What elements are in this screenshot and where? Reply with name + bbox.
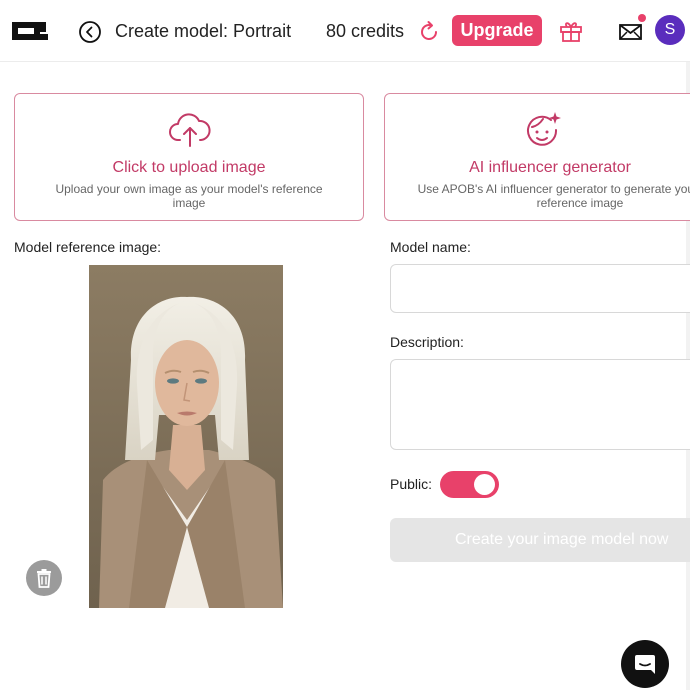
page-title: Create model: Portrait (115, 21, 292, 41)
ai-card-description: Use APOB's AI influencer generator to ge… (417, 182, 690, 210)
trash-icon (37, 569, 51, 588)
reference-image-label: Model reference image: (14, 239, 162, 255)
chat-icon (635, 655, 655, 674)
credits-count: 80 credits (326, 21, 405, 41)
upgrade-button[interactable]: Upgrade (452, 15, 542, 46)
chat-launcher-button[interactable] (621, 640, 669, 688)
portrait-image (89, 265, 283, 608)
toggle-knob (474, 474, 495, 495)
gift-icon[interactable] (558, 18, 584, 44)
ai-card-title: AI influencer generator (469, 159, 631, 176)
description-textarea[interactable] (390, 359, 690, 450)
public-label: Public: (390, 476, 433, 492)
description-label: Description: (390, 334, 464, 350)
upload-card-title: Click to upload image (112, 159, 266, 176)
public-toggle[interactable] (440, 471, 499, 498)
model-name-label: Model name: (390, 239, 471, 255)
cloud-upload-icon (169, 113, 211, 147)
upload-card-description: Upload your own image as your model's re… (55, 182, 323, 210)
mail-icon[interactable] (618, 20, 644, 44)
ai-face-icon (527, 112, 561, 146)
delete-image-button[interactable] (26, 560, 62, 596)
back-icon[interactable] (78, 20, 102, 44)
avatar[interactable]: S (655, 15, 685, 45)
logo-icon[interactable] (10, 20, 50, 42)
ai-influencer-card[interactable]: AI influencer generator Use APOB's AI in… (384, 93, 690, 221)
model-name-input[interactable] (390, 264, 690, 313)
upload-image-card[interactable]: Click to upload image Upload your own im… (14, 93, 364, 221)
refresh-icon[interactable] (416, 19, 442, 45)
create-model-button[interactable]: Create your image model now (390, 518, 690, 562)
reference-image (89, 265, 283, 608)
notification-dot (638, 14, 646, 22)
top-bar: Create model: Portrait 80 credits Upgrad… (0, 0, 690, 62)
